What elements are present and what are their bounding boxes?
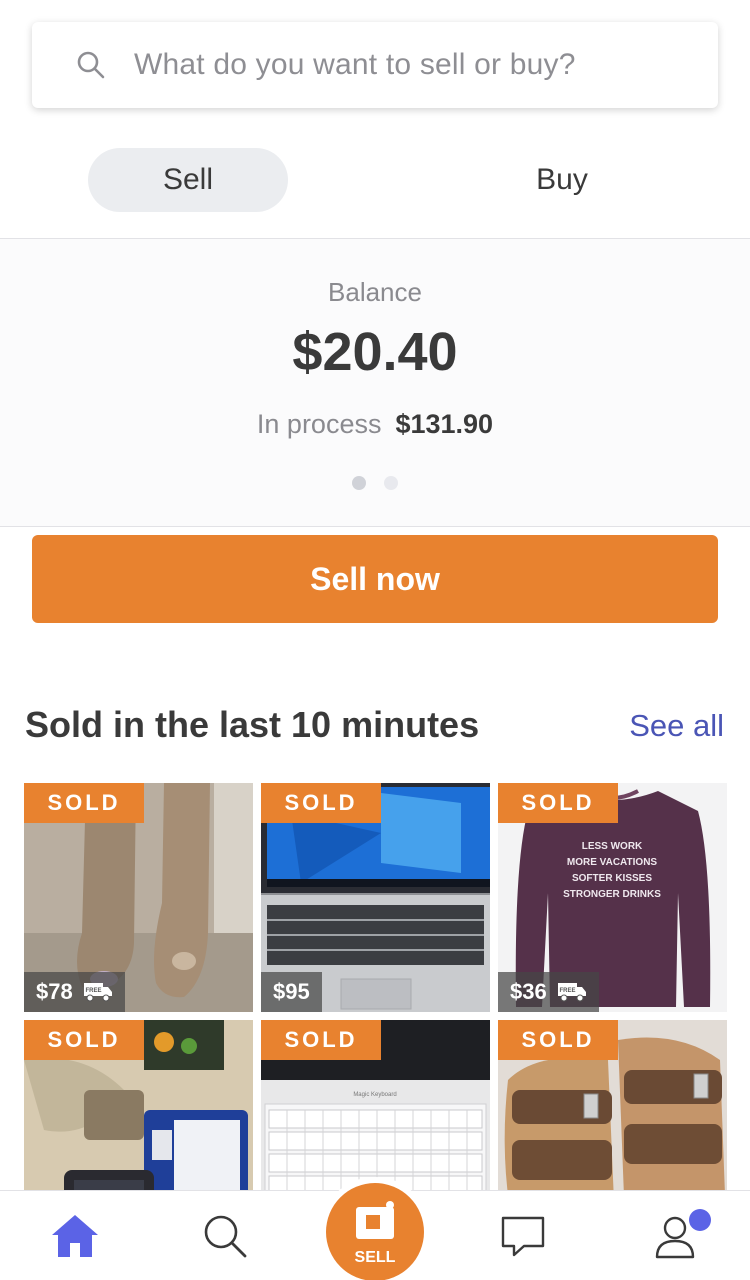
balance-panel[interactable]: Balance $20.40 In process $131.90 (0, 239, 750, 527)
balance-amount: $20.40 (292, 322, 458, 382)
sold-badge: SOLD (24, 1020, 144, 1060)
in-process-label: In process (256, 409, 382, 439)
notification-dot (689, 1209, 711, 1231)
page-indicator (352, 476, 398, 490)
sold-item-card[interactable]: SOLD $95 (261, 783, 490, 1012)
balance-label: Balance (328, 277, 422, 307)
price-tag: $95 (261, 972, 322, 1012)
search-bar[interactable]: What do you want to sell or buy? (32, 22, 718, 108)
home-icon (52, 1215, 98, 1257)
nav-messages[interactable] (478, 1191, 568, 1280)
camera-tag-icon (356, 1201, 394, 1239)
keyboard-label: Magic Keyboard (353, 1092, 396, 1098)
sold-badge: SOLD (261, 783, 381, 823)
sell-now-button[interactable]: Sell now (32, 535, 718, 623)
tab-buy[interactable]: Buy (462, 148, 662, 212)
sold-badge: SOLD (24, 783, 144, 823)
search-icon (77, 51, 105, 79)
sell-fab-label: SELL (354, 1249, 396, 1266)
divider (0, 526, 750, 527)
price-value: $95 (273, 979, 310, 1004)
sell-fab-button[interactable]: SELL (326, 1183, 424, 1280)
sold-item-card[interactable]: SOLD $78 FREE (24, 783, 253, 1012)
search-icon (204, 1215, 247, 1258)
shirt-text-line: LESS WORK (582, 841, 643, 852)
in-process-value: $131.90 (395, 409, 494, 439)
sell-buy-toggle: Sell Buy (0, 148, 750, 214)
nav-search[interactable] (180, 1191, 270, 1280)
sold-badge: SOLD (498, 783, 618, 823)
search-input[interactable]: What do you want to sell or buy? (134, 48, 576, 82)
nav-home[interactable] (30, 1191, 120, 1280)
shirt-text-line: MORE VACATIONS (567, 857, 658, 868)
price-tag: $78 FREE (24, 972, 125, 1012)
sold-badge: SOLD (261, 1020, 381, 1060)
nav-profile[interactable] (630, 1191, 720, 1280)
tab-sell[interactable]: Sell (88, 148, 288, 212)
price-value: $78 (36, 979, 73, 1004)
free-label: FREE (559, 988, 575, 994)
see-all-link[interactable]: See all (629, 708, 724, 744)
page-dot-1[interactable] (352, 476, 366, 490)
sold-item-card[interactable]: LESS WORK MORE VACATIONS SOFTER KISSES S… (498, 783, 727, 1012)
shirt-text-line: STRONGER DRINKS (563, 889, 661, 900)
free-shipping-icon: FREE (83, 983, 112, 1002)
price-value: $36 (510, 979, 547, 1004)
free-label: FREE (85, 988, 101, 994)
section-title: Sold in the last 10 minutes (25, 704, 480, 745)
shirt-text-line: SOFTER KISSES (572, 873, 652, 884)
page-dot-2[interactable] (384, 476, 398, 490)
sold-badge: SOLD (498, 1020, 618, 1060)
chat-icon (501, 1216, 545, 1257)
in-process-row: In process $131.90 (0, 409, 750, 440)
free-shipping-icon: FREE (557, 983, 586, 1002)
price-tag: $36 FREE (498, 972, 599, 1012)
